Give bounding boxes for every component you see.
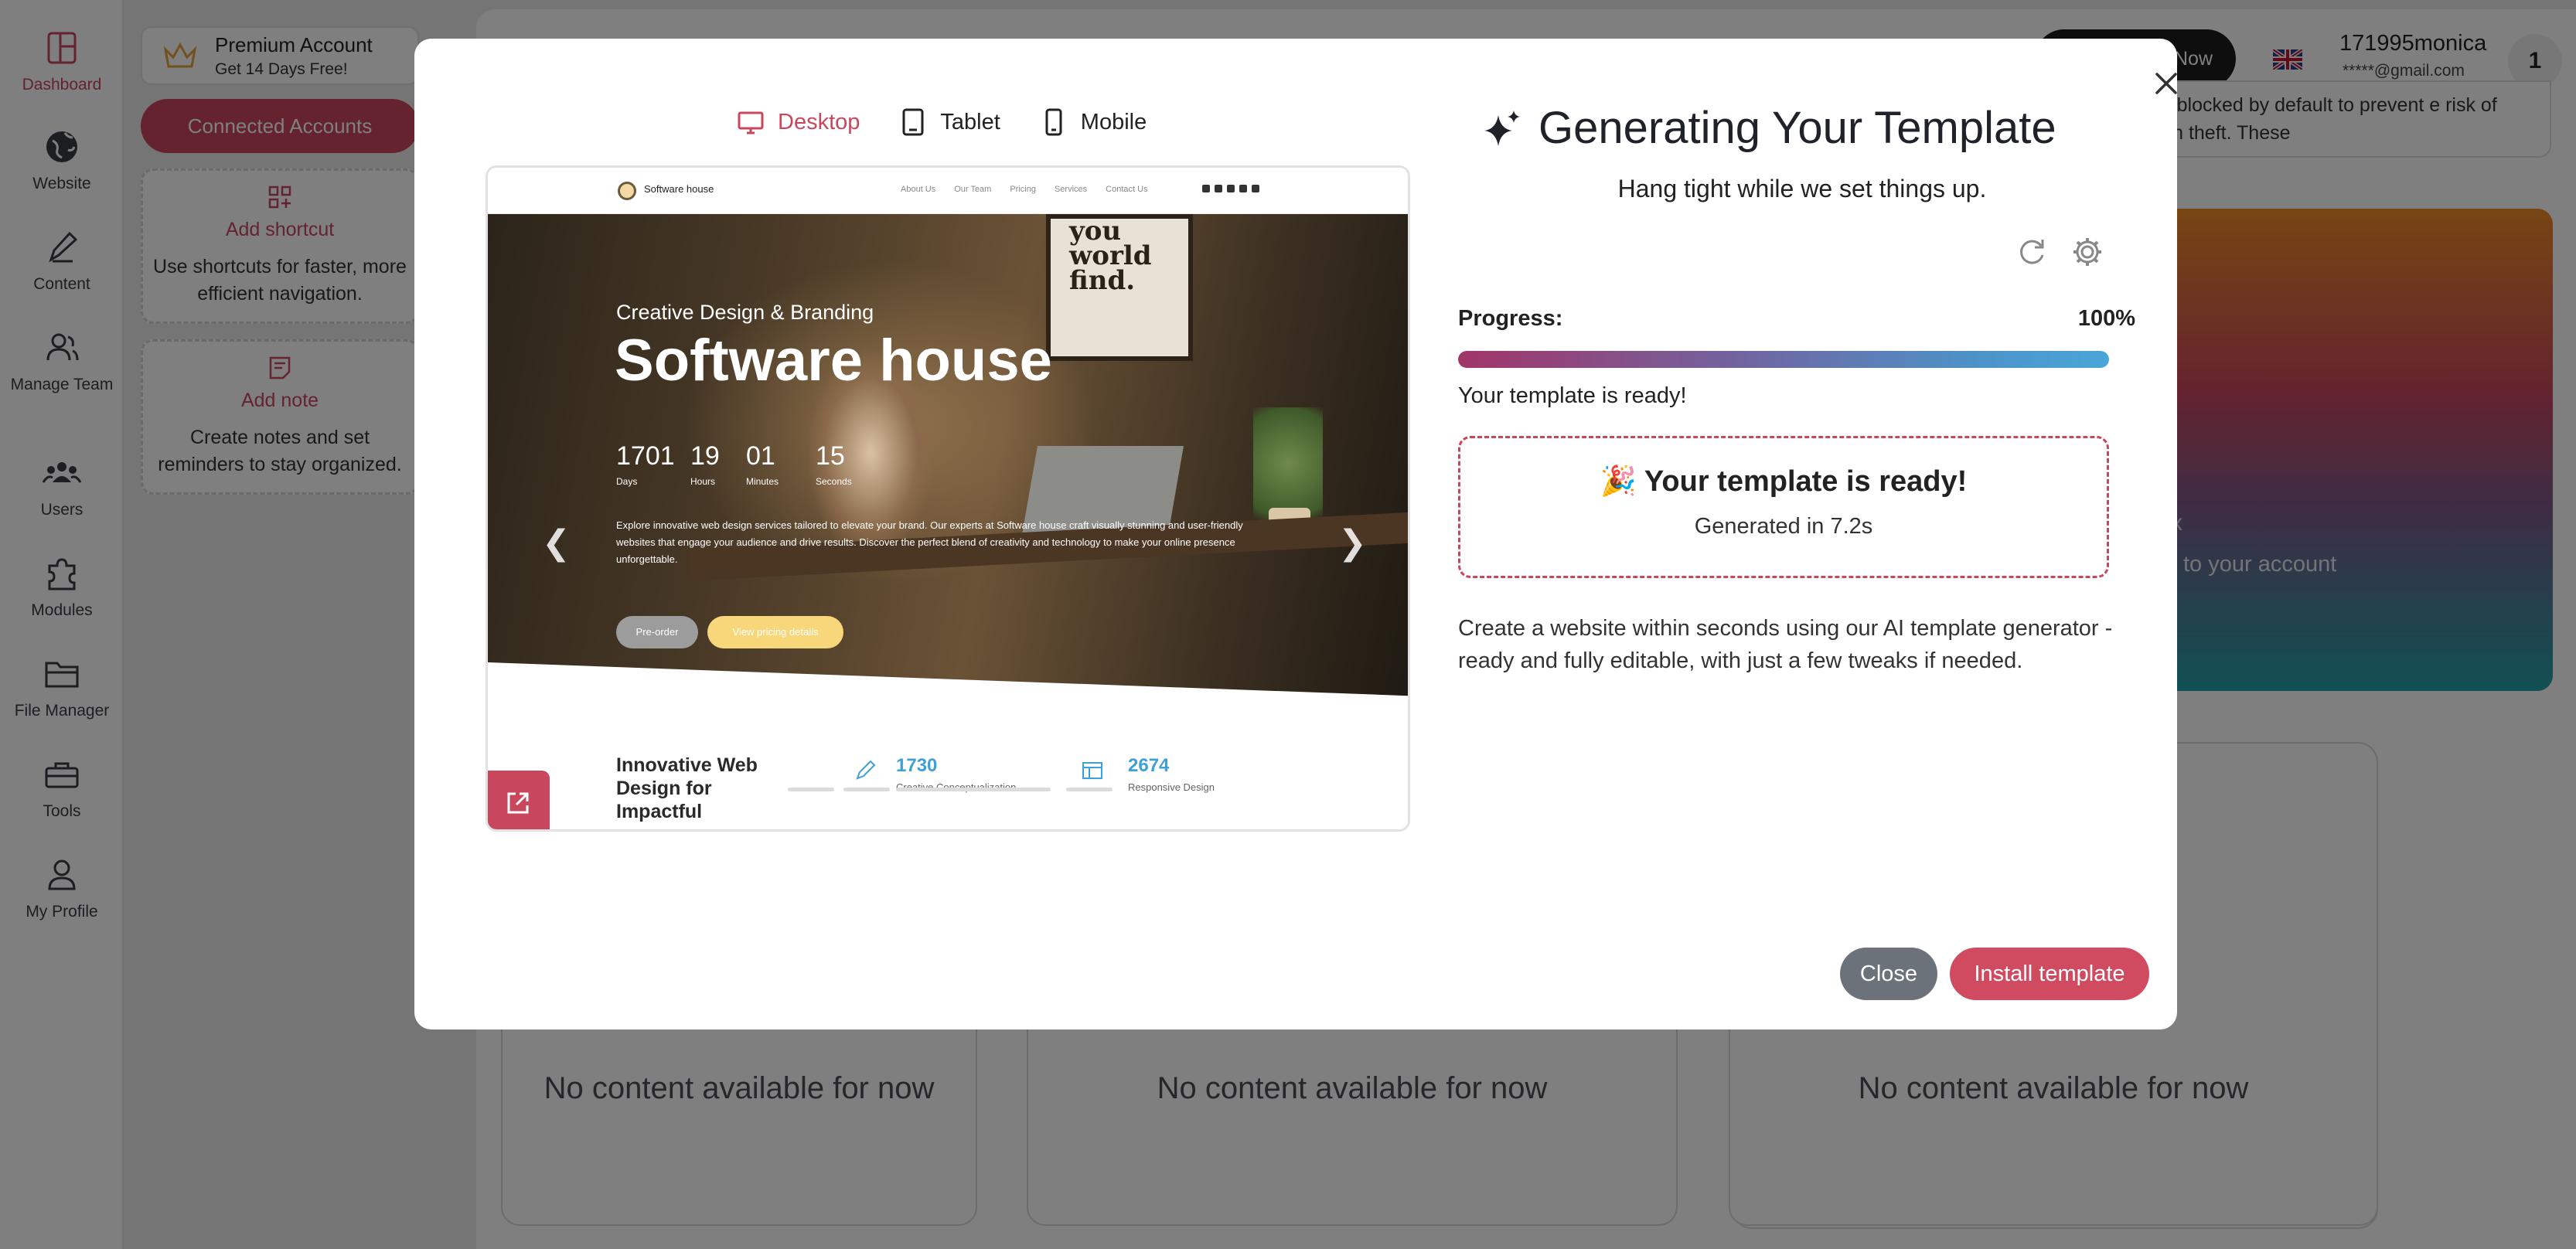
tab-mobile-label: Mobile (1080, 109, 1147, 134)
external-link-icon (507, 792, 529, 814)
ready-subtitle: Generated in 7.2s (1694, 514, 1873, 539)
tab-desktop-label: Desktop (778, 109, 860, 134)
preview-hero-title: Software house (615, 328, 1052, 393)
template-generator-modal: Desktop Tablet Mobile Software house Abo… (414, 39, 2177, 1029)
countdown-minutes: 01 Minutes (746, 441, 779, 487)
preview-nav-links: About Us Our Team Pricing Services Conta… (901, 185, 1148, 194)
preview-nav-link: Our Team (954, 185, 992, 194)
countdown-days: 1701 Days (616, 441, 675, 487)
tab-desktop[interactable]: Desktop (738, 108, 860, 136)
generator-title: Generating Your Template (1538, 103, 2056, 153)
open-preview-button[interactable] (488, 771, 550, 829)
preview-navbar: Software house About Us Our Team Pricing… (488, 168, 1408, 214)
tab-tablet[interactable]: Tablet (900, 108, 1000, 136)
tablet-icon (902, 108, 924, 136)
ready-title: 🎉 Your template is ready! (1600, 465, 1968, 498)
chevron-left-icon: ❮ (542, 524, 571, 562)
preview-nav-link: Services (1054, 185, 1088, 194)
preview-nav-link: About Us (901, 185, 936, 194)
preview-bar (896, 788, 1051, 791)
countdown-label: Seconds (816, 476, 852, 487)
progress-label: Progress: (1458, 306, 1563, 331)
countdown-value: 01 (746, 441, 775, 471)
preview-nav-link: Pricing (1010, 185, 1036, 194)
preview-bar (843, 788, 890, 791)
preview-nav-link: Contact Us (1106, 185, 1148, 194)
tiktok-icon (1252, 185, 1259, 192)
preview-pricing-button: View pricing details (707, 616, 843, 648)
close-button[interactable]: Close (1840, 948, 1937, 1000)
stat-value: 2674 (1128, 755, 1170, 776)
progress-status: Your template is ready! (1458, 383, 1687, 408)
layout-icon (1082, 762, 1102, 779)
mobile-icon (1045, 108, 1062, 136)
countdown-label: Hours (690, 476, 716, 487)
preview-bar (788, 788, 834, 791)
preview-section-title: Innovative Web Design for Impactful (616, 754, 758, 822)
countdown-label: Minutes (746, 476, 779, 487)
stat-label: Responsive Design (1128, 781, 1215, 793)
preview-stat-2: 2674 Responsive Design (1128, 755, 1215, 793)
progress-value: 100% (2077, 306, 2135, 331)
twitter-icon (1202, 185, 1210, 192)
preview-brand: Software house (644, 183, 714, 195)
stat-value: 1730 (896, 755, 938, 776)
template-preview: Software house About Us Our Team Pricing… (486, 165, 1410, 832)
generator-description: Create a website within seconds using ou… (1458, 616, 2113, 673)
preview-preorder-button: Pre-order (616, 616, 698, 648)
preview-eyebrow: Creative Design & Branding (616, 301, 874, 324)
preview-hero-description: Explore innovative web design services t… (616, 519, 1243, 565)
chevron-right-icon: ❯ (1338, 524, 1367, 562)
generator-subtitle: Hang tight while we set things up. (1617, 175, 1987, 202)
preview-social-icons (1202, 185, 1259, 192)
modal-close-button[interactable] (2143, 60, 2189, 107)
preview-bar (1066, 788, 1113, 791)
ready-message-box: 🎉 Your template is ready! Generated in 7… (1458, 436, 2109, 578)
countdown-seconds: 15 Seconds (816, 441, 852, 487)
install-template-button[interactable]: Install template (1950, 948, 2149, 1000)
tab-tablet-label: Tablet (940, 109, 1000, 134)
preview-logo (618, 182, 636, 200)
countdown-value: 19 (690, 441, 720, 471)
preview-frame-text: you world find. (1069, 216, 1152, 296)
preview-wall-frame: you world find. (1046, 214, 1193, 361)
countdown-hours: 19 Hours (690, 441, 720, 487)
pinterest-icon (1227, 185, 1235, 192)
generator-title-row: Generating Your Template (1480, 102, 2056, 154)
refresh-icon[interactable] (2015, 235, 2049, 269)
desktop-icon (738, 111, 764, 134)
progress-bar-fill (1458, 351, 2109, 368)
countdown-value: 15 (816, 441, 845, 471)
device-tabs: Desktop Tablet Mobile (738, 108, 1147, 136)
gear-icon[interactable] (2070, 235, 2104, 269)
instagram-icon (1239, 185, 1247, 192)
tab-mobile[interactable]: Mobile (1041, 108, 1147, 136)
facebook-icon (1215, 185, 1222, 192)
countdown-value: 1701 (616, 441, 675, 471)
preview-hero: you world find. Creative Design & Brandi… (488, 214, 1408, 709)
preview-hero-divider (488, 662, 1408, 709)
pencil-icon (856, 760, 876, 780)
countdown-label: Days (616, 476, 638, 487)
progress-bar (1458, 351, 2109, 368)
sparkle-icon (1484, 110, 1520, 146)
close-icon (2155, 73, 2177, 94)
